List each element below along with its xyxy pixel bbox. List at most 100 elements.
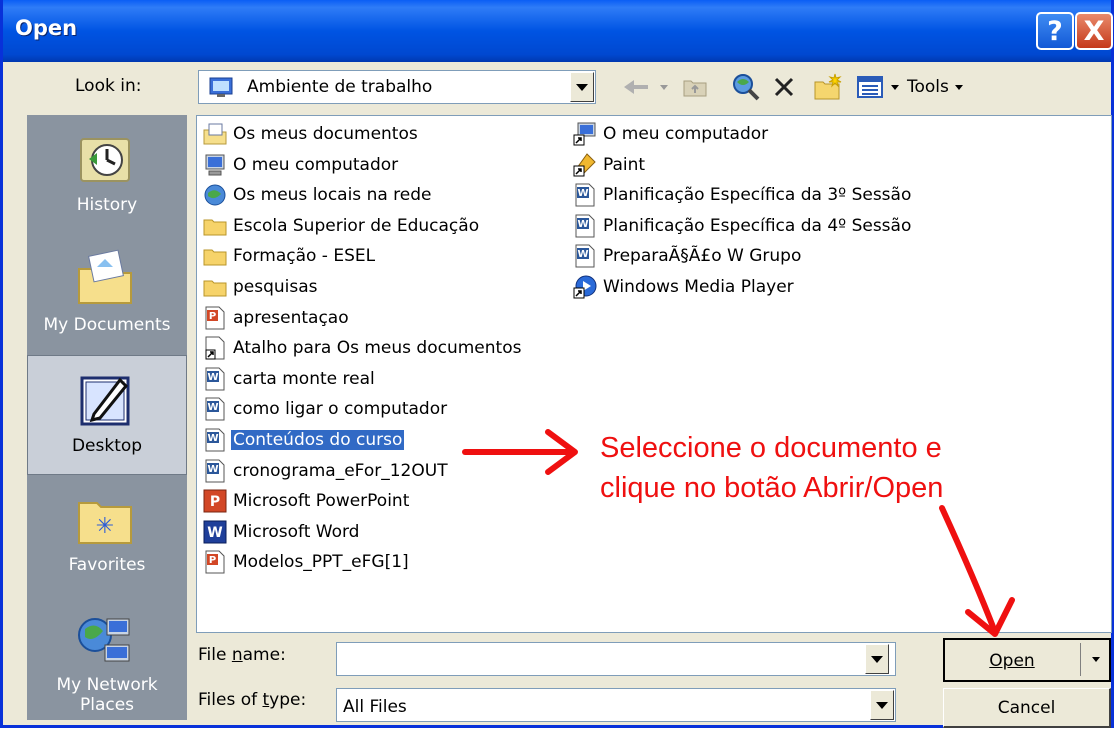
file-item[interactable]: O meu computador — [203, 151, 400, 179]
file-item[interactable]: Os meus documentos — [203, 120, 420, 148]
word-doc-icon: W — [573, 183, 597, 207]
new-folder-button[interactable] — [809, 70, 847, 104]
place-label: My Network Places — [56, 675, 158, 715]
file-item[interactable]: W Planificação Específica da 3º Sessão — [573, 181, 913, 209]
file-type-value: All Files — [343, 697, 407, 717]
svg-text:W: W — [207, 525, 222, 541]
svg-text:W: W — [577, 188, 588, 199]
file-item-label: cronograma_eFor_12OUT — [233, 460, 448, 481]
file-item[interactable]: Windows Media Player — [573, 273, 796, 301]
file-item-label: Microsoft Word — [233, 521, 360, 542]
open-options-dropdown[interactable] — [1092, 657, 1100, 662]
svg-text:P: P — [209, 311, 216, 322]
file-item[interactable]: pesquisas — [203, 273, 320, 301]
svg-text:P: P — [209, 555, 216, 566]
file-item[interactable]: Escola Superior de Educação — [203, 212, 481, 240]
network-icon — [203, 183, 227, 207]
place-network[interactable]: My Network Places — [27, 595, 187, 715]
computer-icon — [203, 153, 227, 177]
back-button[interactable] — [617, 70, 657, 104]
file-item[interactable]: W PreparaÃ§Ã£o W Grupo — [573, 242, 803, 270]
file-item-label: carta monte real — [233, 368, 375, 389]
views-dropdown[interactable] — [887, 70, 903, 104]
favorites-icon: ✳ — [75, 489, 135, 549]
up-folder-icon — [683, 80, 707, 97]
file-item-label: como ligar o computador — [233, 399, 448, 420]
file-item-label: Os meus locais na rede — [233, 185, 432, 206]
look-in-label: Look in: — [75, 76, 142, 96]
instruction-annotation: Seleccione o documento e clique no botão… — [600, 428, 943, 508]
svg-text:W: W — [577, 249, 588, 260]
chevron-down-icon — [576, 83, 588, 91]
place-desktop[interactable]: Desktop — [27, 355, 187, 475]
file-item[interactable]: Os meus locais na rede — [203, 181, 434, 209]
cancel-button[interactable]: Cancel — [943, 688, 1111, 728]
place-my-documents[interactable]: My Documents — [27, 235, 187, 355]
title-bar[interactable]: Open ? X — [3, 0, 1113, 62]
file-item-label: Paint — [603, 154, 646, 175]
file-item[interactable]: W Conteúdos do curso — [203, 426, 405, 454]
file-item-label: Atalho para Os meus documentos — [233, 338, 522, 359]
file-item[interactable]: Wcomo ligar o computador — [203, 395, 449, 423]
look-in-dropdown[interactable]: Ambiente de trabalho — [198, 70, 596, 104]
file-item[interactable]: Papresentaçao — [203, 304, 351, 332]
file-item[interactable]: W Microsoft Word — [203, 518, 361, 546]
folder-icon — [203, 275, 227, 299]
open-button-label: Open — [989, 651, 1035, 671]
file-item[interactable]: P Modelos_PPT_eFG[1] — [203, 548, 411, 576]
media-player-icon — [573, 275, 597, 299]
file-name-input[interactable] — [336, 642, 896, 676]
svg-text:W: W — [207, 372, 218, 383]
file-item[interactable]: Wcronograma_eFor_12OUT — [203, 457, 450, 485]
file-item[interactable]: Formação - ESEL — [203, 242, 377, 270]
help-button[interactable]: ? — [1036, 12, 1074, 50]
file-name-dropdown-button[interactable] — [865, 644, 889, 674]
word-doc-icon: W — [203, 428, 227, 452]
word-doc-icon: W — [203, 459, 227, 483]
place-label: My Documents — [43, 315, 171, 335]
file-type-dropdown[interactable]: All Files — [336, 688, 896, 722]
views-button[interactable] — [853, 70, 887, 104]
chevron-down-icon — [876, 701, 888, 709]
file-item-label: Formação - ESEL — [233, 246, 376, 267]
file-item-label: Escola Superior de Educação — [233, 215, 480, 236]
file-item[interactable]: Paint — [573, 151, 647, 179]
up-folder-button[interactable] — [677, 70, 713, 104]
open-dialog: Open ? X Look in: Ambiente de trabalho T… — [0, 0, 1114, 728]
file-list[interactable]: Os meus documentos O meu computador Os meu… — [196, 115, 1112, 633]
close-button[interactable]: X — [1075, 12, 1113, 50]
look-in-dropdown-button[interactable] — [570, 72, 594, 102]
views-icon — [857, 76, 883, 98]
chevron-down-icon — [1092, 657, 1100, 662]
folder-icon — [203, 214, 227, 238]
file-item[interactable]: Wcarta monte real — [203, 365, 377, 393]
file-type-dropdown-button[interactable] — [870, 690, 894, 720]
delete-button[interactable] — [767, 70, 801, 104]
svg-text:W: W — [207, 433, 218, 444]
file-item-label: Microsoft PowerPoint — [233, 491, 410, 512]
shortcut-icon — [203, 336, 227, 360]
svg-text:P: P — [210, 494, 220, 510]
open-button[interactable]: Open — [943, 638, 1111, 682]
search-web-button[interactable] — [727, 70, 765, 104]
split-divider — [1080, 643, 1081, 676]
network-places-icon — [75, 609, 135, 669]
file-item[interactable]: P Microsoft PowerPoint — [203, 487, 411, 515]
file-name-label: File name: — [198, 645, 286, 665]
file-item[interactable]: Atalho para Os meus documentos — [203, 334, 523, 362]
annotation-line-2: clique no botão Abrir/Open — [600, 472, 944, 504]
powerpoint-doc-icon: P — [203, 306, 227, 330]
file-item-label: PreparaÃ§Ã£o W Grupo — [603, 246, 802, 267]
file-item[interactable]: O meu computador — [573, 120, 770, 148]
back-dropdown[interactable] — [657, 70, 671, 104]
svg-text:✳: ✳ — [96, 514, 114, 539]
file-item[interactable]: W Planificação Específica da 4º Sessão — [573, 212, 913, 240]
desktop-icon — [209, 76, 233, 103]
place-favorites[interactable]: ✳ Favorites — [27, 475, 187, 595]
paint-icon — [573, 152, 597, 177]
window-title: Open — [15, 16, 78, 40]
tools-menu[interactable]: Tools — [907, 70, 997, 104]
place-history[interactable]: History — [27, 115, 187, 235]
powerpoint-app-icon: P — [203, 489, 227, 513]
place-label: Favorites — [68, 555, 146, 575]
